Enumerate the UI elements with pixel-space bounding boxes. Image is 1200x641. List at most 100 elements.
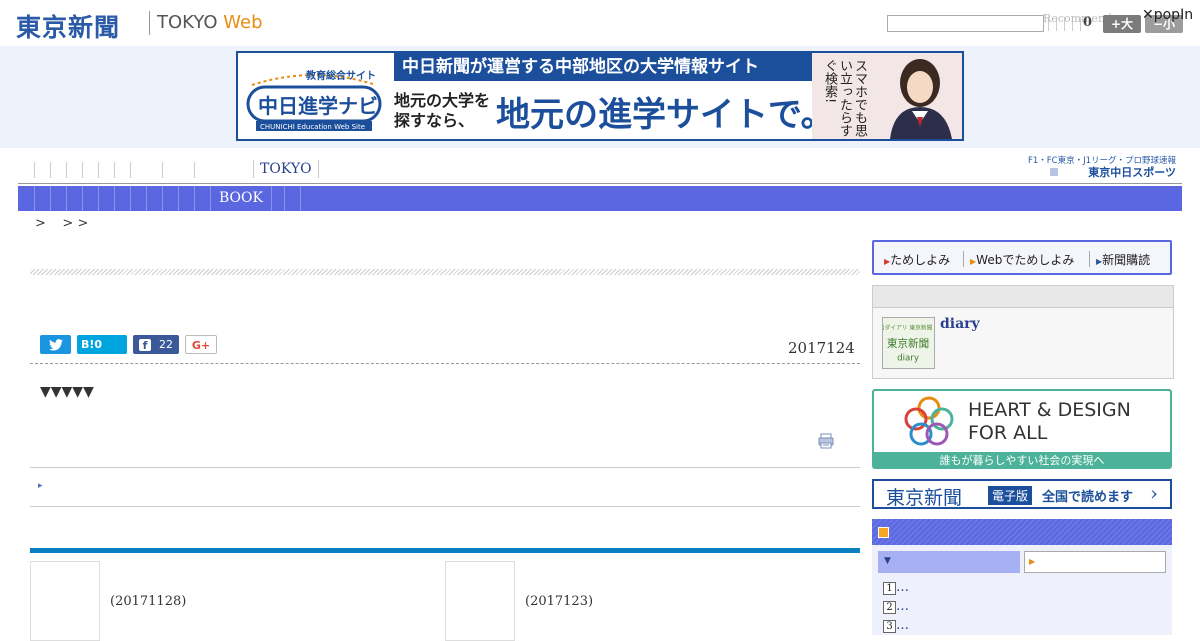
tokyo-chunichi-sports-link[interactable]: F1・FC東京・J1リーグ・プロ野球速報 東京中日スポーツ: [1022, 152, 1178, 180]
tab-web-tameshiyomi[interactable]: ▶Webでためしよみ: [970, 251, 1074, 268]
ad-lead-line1: 地元の大学を: [394, 91, 491, 110]
ad-headline: 中日新聞が運営する中部地区の大学情報サイト: [394, 53, 812, 81]
google-plus-share-button[interactable]: G+: [185, 335, 217, 354]
svg-text:diary: diary: [897, 353, 919, 363]
related-item-date[interactable]: (2017123): [525, 594, 593, 609]
ranking-item[interactable]: 1…: [883, 580, 909, 595]
logo-tokyo-text: TOKYO: [157, 12, 218, 33]
chevron-right-icon: ›: [1150, 481, 1158, 505]
tab-subscribe-label: 新聞購読: [1102, 253, 1151, 267]
tab-tameshiyomi-label: ためしよみ: [890, 253, 951, 267]
svg-text:東京新聞: 東京新聞: [887, 337, 929, 350]
ranking-tab-active[interactable]: ▼: [878, 551, 1020, 573]
article-date: 2017124: [788, 339, 855, 357]
ranking-item[interactable]: 3…: [883, 618, 909, 633]
tokyo-web-logo[interactable]: TOKYO Web: [157, 12, 263, 33]
nav-item[interactable]: [114, 162, 130, 178]
logo-text: 中日進学ナビ: [258, 94, 378, 118]
diary-thumbnail[interactable]: 思い出ダイアリ 東京新聞 diary 東京新聞 diary: [882, 317, 935, 369]
heart-design-title: HEART & DESIGN FOR ALL: [968, 399, 1131, 445]
site-logo[interactable]: 東京新聞: [16, 8, 120, 44]
student-photo-icon: [890, 59, 952, 139]
secondary-nav-item[interactable]: [162, 186, 163, 211]
tab-separator: [1089, 251, 1090, 267]
ranking-header: [872, 519, 1172, 545]
secondary-nav: BOOK: [18, 186, 1182, 211]
heart-design-line2: FOR ALL: [968, 422, 1048, 444]
hatena-bookmark-button[interactable]: B!0: [77, 335, 127, 354]
heart-design-footer: 誰もが暮らしやすい社会の実現へ: [874, 452, 1170, 467]
logo-web-text: Web: [223, 12, 263, 33]
tab-separator: [963, 251, 964, 267]
nav-item[interactable]: [130, 162, 162, 178]
facebook-share-button[interactable]: f 22: [133, 335, 179, 354]
ad-photo-panel: スマホでも思い立ったらすぐ検索!: [812, 53, 962, 139]
secondary-nav-item[interactable]: [98, 186, 99, 211]
ranking-number: 3: [883, 620, 896, 633]
nav-item[interactable]: [66, 162, 82, 178]
secondary-nav-item[interactable]: [146, 186, 147, 211]
related-item-date[interactable]: (20171128): [110, 594, 186, 609]
ranking-title: …: [896, 618, 909, 633]
nav-item[interactable]: [162, 162, 194, 178]
nav-item[interactable]: [50, 162, 66, 178]
ad-vertical-copy: スマホでも思い立ったらすぐ検索!: [822, 59, 867, 137]
triangle-right-icon: ▶: [1029, 557, 1036, 566]
ranking-tab[interactable]: ▶: [1024, 551, 1166, 573]
nav-item[interactable]: [82, 162, 98, 178]
secondary-nav-item[interactable]: [178, 186, 179, 211]
related-section-bar: [30, 548, 860, 553]
article-header-rule: [30, 363, 860, 364]
facebook-icon: f: [139, 339, 151, 352]
article-divider-bottom: [30, 506, 860, 507]
nav-item[interactable]: [98, 162, 114, 178]
secondary-nav-item[interactable]: [66, 186, 67, 211]
recommend-count: 0: [1083, 15, 1093, 30]
twitter-icon: [48, 339, 63, 351]
ranking-panel: ▼ ▶ 1… 2… 3…: [872, 545, 1172, 635]
font-size-large-button[interactable]: +大: [1103, 15, 1141, 33]
diary-link[interactable]: diary: [940, 316, 980, 332]
related-link-arrow-icon[interactable]: ▸: [38, 481, 43, 491]
logo-subtext: CHUNICHI Education Web Site: [260, 123, 365, 131]
digital-edition-badge: 電子版: [988, 486, 1033, 505]
facebook-share-count: 22: [159, 338, 173, 351]
secondary-nav-item[interactable]: [194, 186, 195, 211]
logo-divider: [149, 11, 150, 35]
chunichi-navi-logo-icon: 教育総合サイト 中日進学ナビ CHUNICHI Education Web Si…: [246, 69, 382, 131]
twitter-share-button[interactable]: [40, 335, 71, 354]
popin-close-button[interactable]: ✕popIn: [1142, 7, 1193, 23]
secondary-nav-item[interactable]: [34, 186, 35, 211]
secondary-nav-item[interactable]: [50, 186, 51, 211]
ad-lead-line2: 探すなら、: [394, 111, 475, 130]
chevron-down-icon: ▼: [884, 556, 891, 566]
heart-design-banner[interactable]: HEART & DESIGN FOR ALL 誰もが暮らしやすい社会の実現へ: [872, 389, 1172, 469]
nav-item-tokyo[interactable]: TOKYO: [253, 160, 319, 178]
tab-subscribe[interactable]: ▶新聞購読: [1096, 251, 1150, 268]
secondary-nav-item[interactable]: [114, 186, 115, 211]
secondary-nav-item[interactable]: [82, 186, 83, 211]
secondary-nav-item[interactable]: [300, 186, 301, 211]
ranking-title: …: [896, 599, 909, 614]
ranking-icon: [878, 527, 889, 538]
secondary-nav-item[interactable]: [130, 186, 131, 211]
print-icon[interactable]: [818, 433, 834, 449]
digital-edition-banner[interactable]: 東京新聞 電子版 全国で読めます ›: [872, 479, 1172, 509]
ranking-title: …: [896, 580, 909, 595]
nav-item[interactable]: [34, 162, 50, 178]
nav-item[interactable]: [194, 162, 210, 178]
diary-widget: 思い出ダイアリ 東京新聞 diary 東京新聞 diary diary: [872, 285, 1174, 379]
digital-edition-title: 東京新聞: [886, 487, 963, 509]
ad-big-text: 地元の進学サイトで。: [496, 95, 835, 135]
related-thumbnail[interactable]: [445, 561, 515, 641]
search-input[interactable]: [887, 15, 1044, 32]
ranking-item[interactable]: 2…: [883, 599, 909, 614]
article-title-divider: [30, 269, 860, 275]
nav-item-book[interactable]: BOOK: [210, 186, 272, 211]
related-thumbnail[interactable]: [30, 561, 100, 641]
secondary-nav-item[interactable]: [284, 186, 285, 211]
primary-nav-items: [34, 162, 210, 178]
ad-banner[interactable]: 教育総合サイト 中日進学ナビ CHUNICHI Education Web Si…: [236, 51, 964, 141]
tab-tameshiyomi[interactable]: ▶ためしよみ: [884, 251, 950, 268]
breadcrumb[interactable]: > > >: [35, 216, 88, 231]
